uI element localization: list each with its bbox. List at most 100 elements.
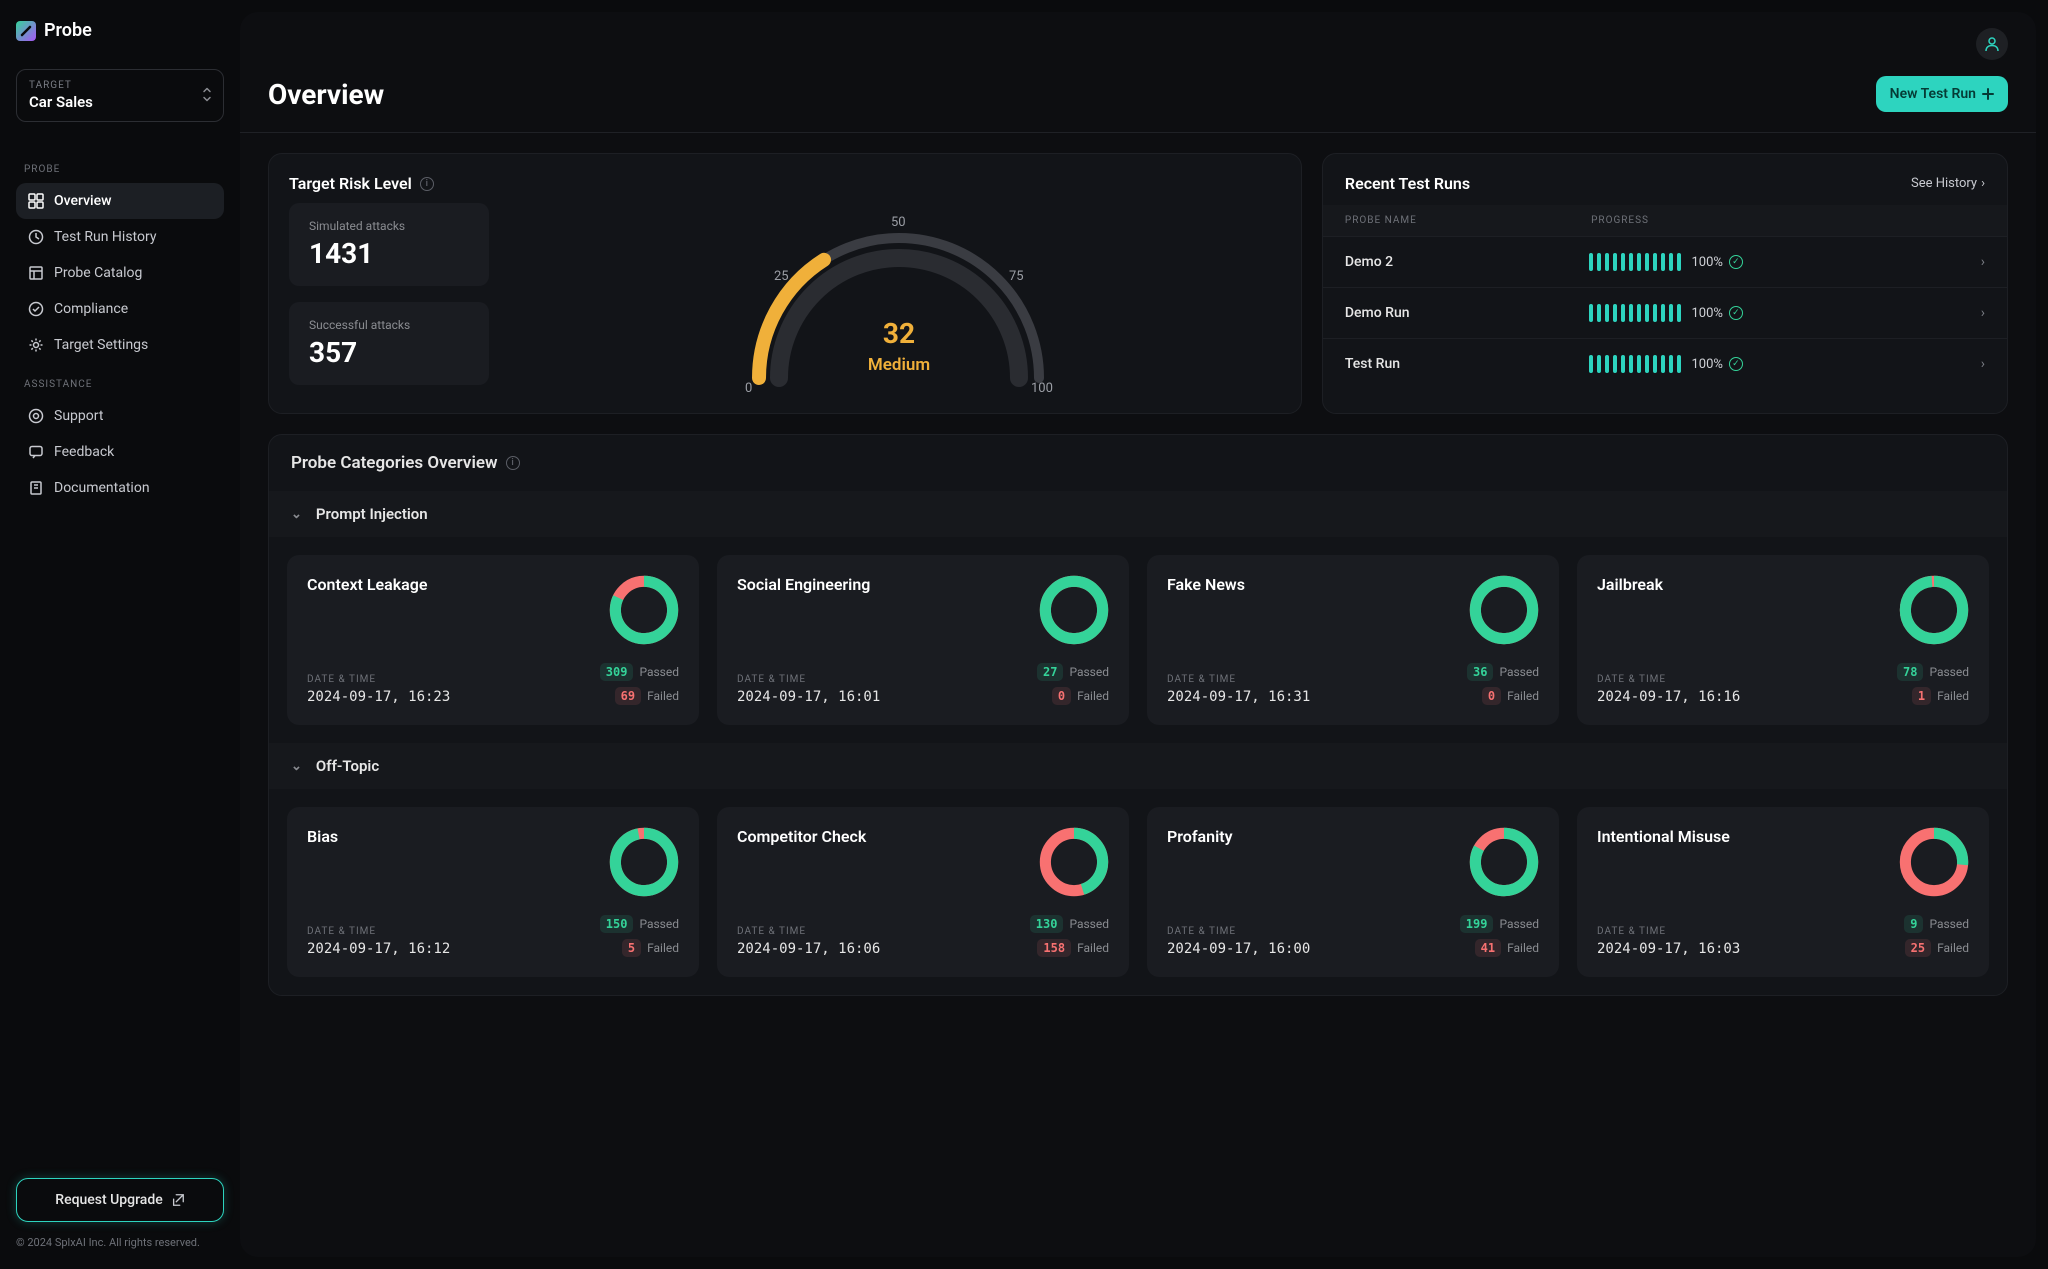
nav-label: Compliance (54, 301, 128, 317)
nav-label: Support (54, 408, 103, 424)
progress-text: 100% (1691, 306, 1722, 321)
runs-table-head: PROBE NAME PROGRESS (1323, 205, 2007, 236)
plus-icon (1982, 88, 1994, 100)
history-icon (28, 229, 44, 245)
logo-icon (16, 21, 36, 41)
target-value: Car Sales (29, 93, 211, 111)
successful-attacks-box: Successful attacks 357 (289, 302, 489, 385)
card-title: Social Engineering (737, 575, 870, 594)
check-circle-icon (28, 301, 44, 317)
run-name: Test Run (1345, 356, 1590, 372)
card-title: Context Leakage (307, 575, 427, 594)
probe-card[interactable]: BiasDATE & TIME2024-09-17, 16:12150Passe… (287, 807, 699, 977)
nav-feedback[interactable]: Feedback (16, 434, 224, 470)
donut-chart-icon (609, 575, 679, 645)
target-label: TARGET (29, 80, 211, 91)
nav-group-assist: ASSISTANCE (24, 379, 216, 390)
probe-card[interactable]: Competitor CheckDATE & TIME2024-09-17, 1… (717, 807, 1129, 977)
probe-card[interactable]: Intentional MisuseDATE & TIME2024-09-17,… (1577, 807, 1989, 977)
run-row[interactable]: Demo 2100%✓› (1323, 236, 2007, 287)
gauge-level: Medium (868, 355, 930, 375)
nav-catalog[interactable]: Probe Catalog (16, 255, 224, 291)
nav-support[interactable]: Support (16, 398, 224, 434)
progress-bar-icon (1589, 253, 1681, 271)
nav-settings[interactable]: Target Settings (16, 327, 224, 363)
nav-label: Feedback (54, 444, 114, 460)
nav-history[interactable]: Test Run History (16, 219, 224, 255)
see-history-link[interactable]: See History › (1911, 176, 1985, 191)
failed-badge: 1Failed (1912, 687, 1969, 705)
date-value: 2024-09-17, 16:23 (307, 689, 450, 705)
run-row[interactable]: Demo Run100%✓› (1323, 287, 2007, 338)
probe-card[interactable]: Context LeakageDATE & TIME2024-09-17, 16… (287, 555, 699, 725)
tick-75: 75 (1009, 269, 1024, 284)
nav-docs[interactable]: Documentation (16, 470, 224, 506)
nav-label: Test Run History (54, 229, 156, 245)
info-icon[interactable]: i (420, 177, 434, 191)
risk-title-text: Target Risk Level (289, 174, 412, 193)
run-row[interactable]: Test Run100%✓› (1323, 338, 2007, 389)
date-label: DATE & TIME (1167, 674, 1310, 685)
success-label: Successful attacks (309, 318, 469, 332)
date-value: 2024-09-17, 16:31 (1167, 689, 1310, 705)
probe-card[interactable]: ProfanityDATE & TIME2024-09-17, 16:00199… (1147, 807, 1559, 977)
probe-card[interactable]: JailbreakDATE & TIME2024-09-17, 16:1678P… (1577, 555, 1989, 725)
chevron-right-icon: › (1981, 305, 1985, 321)
book-icon (28, 480, 44, 496)
date-value: 2024-09-17, 16:03 (1597, 941, 1740, 957)
passed-badge: 130Passed (1030, 915, 1109, 933)
date-label: DATE & TIME (1597, 926, 1740, 937)
run-progress: 100%✓ (1589, 304, 1980, 322)
risk-panel: Target Risk Level i Simulated attacks 14… (268, 153, 1302, 414)
category-group-header[interactable]: ⌄Off-Topic (269, 743, 2007, 789)
failed-badge: 69Failed (615, 687, 679, 705)
nav-label: Target Settings (54, 337, 148, 353)
user-avatar[interactable] (1976, 28, 2008, 60)
nav-overview[interactable]: Overview (16, 183, 224, 219)
tick-0: 0 (745, 381, 752, 396)
card-title: Profanity (1167, 827, 1233, 846)
category-group-name: Prompt Injection (316, 505, 428, 523)
info-icon[interactable]: i (506, 456, 520, 470)
nav-compliance[interactable]: Compliance (16, 291, 224, 327)
passed-badge: 78Passed (1897, 663, 1969, 681)
chevron-down-icon: ⌄ (291, 507, 302, 522)
risk-gauge: 0 25 50 75 100 32 Medium (517, 203, 1281, 393)
date-label: DATE & TIME (1597, 674, 1740, 685)
probe-card[interactable]: Fake NewsDATE & TIME2024-09-17, 16:3136P… (1147, 555, 1559, 725)
simulated-label: Simulated attacks (309, 219, 469, 233)
donut-chart-icon (1899, 827, 1969, 897)
new-test-run-button[interactable]: New Test Run (1876, 76, 2008, 112)
catalog-icon (28, 265, 44, 281)
card-title: Competitor Check (737, 827, 866, 846)
copyright: © 2024 SplxAI Inc. All rights reserved. (16, 1236, 224, 1249)
date-value: 2024-09-17, 16:06 (737, 941, 880, 957)
check-circle-icon: ✓ (1729, 357, 1743, 371)
probe-card[interactable]: Social EngineeringDATE & TIME2024-09-17,… (717, 555, 1129, 725)
chevron-up-down-icon (201, 86, 213, 105)
category-group-header[interactable]: ⌄ Prompt Injection (269, 491, 2007, 537)
progress-text: 100% (1691, 357, 1722, 372)
gear-icon (28, 337, 44, 353)
tick-100: 100 (1031, 381, 1053, 396)
card-title: Bias (307, 827, 338, 846)
user-icon (1983, 35, 2001, 53)
external-link-icon (171, 1193, 185, 1207)
nav-label: Documentation (54, 480, 150, 496)
failed-badge: 5Failed (622, 939, 679, 957)
failed-badge: 41Failed (1475, 939, 1539, 957)
upgrade-button[interactable]: Request Upgrade (16, 1178, 224, 1222)
donut-chart-icon (1469, 575, 1539, 645)
progress-bar-icon (1589, 304, 1681, 322)
category-group-name: Off-Topic (316, 757, 379, 775)
run-name: Demo Run (1345, 305, 1590, 321)
passed-badge: 309Passed (600, 663, 679, 681)
chevron-right-icon: › (1981, 176, 1985, 191)
col-probe-name: PROBE NAME (1345, 215, 1591, 226)
date-label: DATE & TIME (307, 926, 450, 937)
success-value: 357 (309, 336, 469, 369)
target-selector[interactable]: TARGET Car Sales (16, 69, 224, 122)
failed-badge: 158Failed (1037, 939, 1109, 957)
failed-badge: 0Failed (1052, 687, 1109, 705)
donut-chart-icon (1039, 827, 1109, 897)
